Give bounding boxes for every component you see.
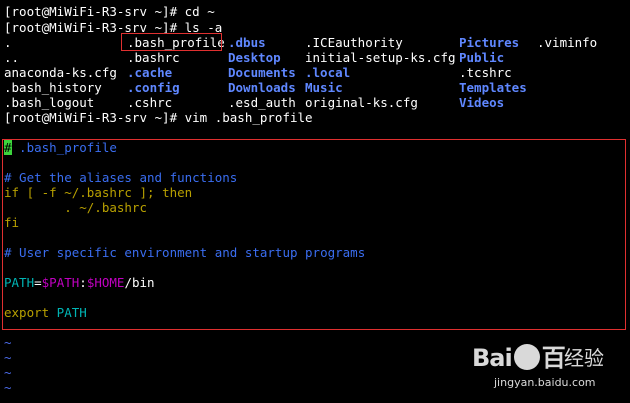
ls-entry-dir: .local [305,65,351,80]
terminal-line-ls: [root@MiWiFi-R3-srv ~]# ls -a [4,20,223,35]
ls-row-3: anaconda-ks.cfg .cache Documents .local … [4,65,624,80]
vim-test: [ -f ~/.bashrc ]; [19,185,163,200]
ls-entry-dir: .dbus [228,35,266,50]
ls-entry: .. [4,50,20,65]
ls-row-2: .. .bashrc Desktop initial-setup-ks.cfg … [4,50,624,65]
ls-entry-dir: Desktop [228,50,281,65]
vim-line-5[interactable]: . ~/.bashrc [4,200,147,215]
ls-entry: .cshrc [127,95,173,110]
vim-var-ref: $HOME [86,275,125,290]
ls-row-5: .bash_logout .cshrc .esd_auth original-k… [4,95,624,110]
ls-entry: .ICEauthority [305,35,403,50]
vim-line-3[interactable]: # Get the aliases and functions [4,170,237,185]
vim-tilde: ~ [4,365,12,380]
vim-op: = [34,275,42,290]
vim-line-10[interactable]: PATH=$PATH:$HOME/bin [4,275,155,290]
ls-entry-dir: Videos [459,95,505,110]
watermark-cn-text: 经验 [564,346,604,370]
vim-var-ref: $PATH [41,275,80,290]
vim-tilde: ~ [4,350,12,365]
vim-line-12[interactable]: export PATH [4,305,87,320]
ls-entry: .bash_history [4,80,102,95]
terminal-line-vim: [root@MiWiFi-R3-srv ~]# vim .bash_profil… [4,110,313,125]
paw-icon [513,344,540,370]
ls-entry: .bashrc [127,50,180,65]
vim-cursor[interactable]: # [4,140,12,155]
ls-entry-dir: Public [459,50,505,65]
ls-entry: initial-setup-ks.cfg [305,50,456,65]
ls-row-1: . .bash_profile .dbus .ICEauthority Pict… [4,35,624,50]
ls-entry: .viminfo [537,35,598,50]
ls-entry-dir: .cache [127,65,173,80]
vim-keyword-then: then [162,185,193,200]
vim-line-8[interactable]: # User specific environment and startup … [4,245,365,260]
ls-entry-dir: .config [127,80,180,95]
vim-line-6[interactable]: fi [4,215,19,230]
vim-tilde: ~ [4,335,12,350]
vim-line-1[interactable]: # .bash_profile [4,140,117,155]
ls-entry-bash-profile: .bash_profile [127,35,225,50]
ls-entry: . [4,35,12,50]
ls-entry: .bash_logout [4,95,95,110]
vim-path: /bin [124,275,155,290]
vim-line-4[interactable]: if [ -f ~/.bashrc ]; then [4,185,192,200]
watermark-url: jingyan.baidu.com [494,376,596,389]
ls-entry-dir: Downloads [228,80,296,95]
vim-export-var: PATH [49,305,87,320]
vim-tilde: ~ [4,380,12,395]
vim-colon: : [79,275,87,290]
ls-entry: .tcshrc [459,65,512,80]
baidu-logo: Bai 百 [472,344,566,372]
ls-row-4: .bash_history .config Downloads Music Te… [4,80,624,95]
ls-entry: .esd_auth [228,95,296,110]
terminal-line-cd: [root@MiWiFi-R3-srv ~]# cd ~ [4,4,215,19]
ls-entry: anaconda-ks.cfg [4,65,117,80]
vim-comment: .bash_profile [11,140,117,155]
vim-keyword-if: if [4,185,20,200]
ls-entry-dir: Music [305,80,343,95]
ls-entry-dir: Pictures [459,35,520,50]
vim-buffer-highlight-box [2,139,626,330]
ls-entry-dir: Templates [459,80,527,95]
ls-entry: original-ks.cfg [305,95,418,110]
baidu-jingyan-watermark: Bai 百 经验 jingyan.baidu.com [472,338,612,400]
vim-var-name: PATH [4,275,35,290]
ls-entry-dir: Documents [228,65,296,80]
vim-keyword-export: export [4,305,50,320]
